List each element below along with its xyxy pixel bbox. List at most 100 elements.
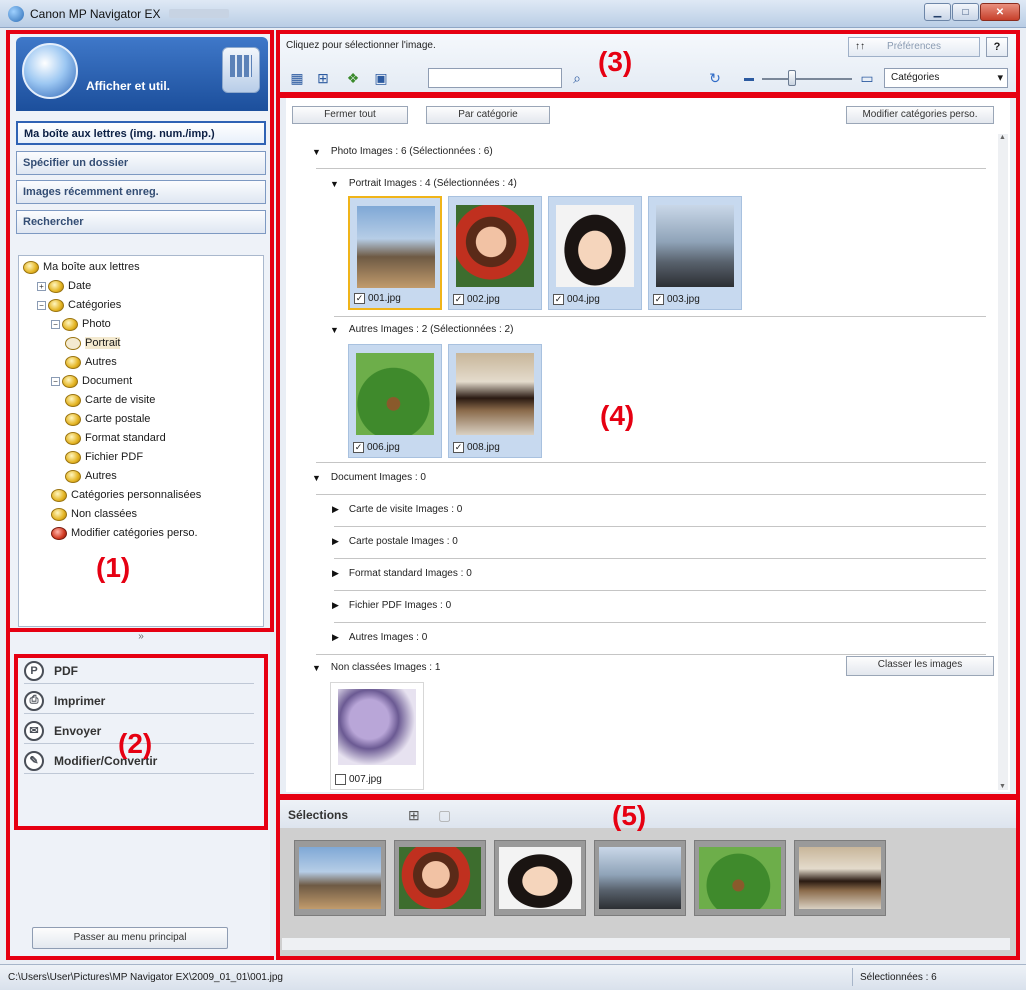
tray-thumbnail[interactable] xyxy=(694,840,786,916)
tree-item[interactable]: Carte de visite xyxy=(65,391,155,409)
tree-item[interactable]: Fichier PDF xyxy=(65,448,143,466)
photo xyxy=(356,353,434,435)
tree-item-label: Catégories personnalisées xyxy=(71,489,202,501)
tree-item[interactable]: Autres xyxy=(65,467,117,485)
help-button[interactable]: ? xyxy=(986,37,1008,57)
expand-icon: ▼ xyxy=(330,178,339,189)
tray-thumbnail[interactable] xyxy=(594,840,686,916)
task-item[interactable]: ⎙ Imprimer xyxy=(24,688,254,714)
tree-item[interactable]: Ma boîte aux lettres xyxy=(23,258,140,276)
mode-banner[interactable]: Afficher et util. xyxy=(16,37,268,111)
tree-item-label: Date xyxy=(68,280,92,292)
tree-item[interactable]: Modifier catégories perso. xyxy=(51,524,198,542)
nav-mailbox-button[interactable]: Ma boîte aux lettres (img. num./imp.) xyxy=(16,121,266,145)
tree-item-label: Carte postale xyxy=(85,413,151,425)
thumbnail-003[interactable]: ✓ 003.jpg xyxy=(648,196,742,310)
tree-item[interactable]: Autres xyxy=(65,353,117,371)
by-category-button[interactable]: Par catégorie xyxy=(426,106,550,124)
select-checkbox[interactable]: ✓ xyxy=(453,294,464,305)
tree-item[interactable]: Catégories personnalisées xyxy=(51,486,201,504)
thumbnail-004[interactable]: ✓ 004.jpg xyxy=(548,196,642,310)
collapse-icon[interactable]: − xyxy=(37,300,46,310)
photo xyxy=(338,689,416,765)
tree-item[interactable]: Non classées xyxy=(51,505,137,523)
task-item[interactable]: P PDF xyxy=(24,658,254,684)
tray-grid-icon[interactable]: ⊞ xyxy=(408,807,420,824)
folder-icon xyxy=(65,450,81,464)
collapse-icon[interactable]: − xyxy=(51,376,60,386)
thumbnail-008[interactable]: ✓ 008.jpg xyxy=(448,344,542,458)
classify-icon[interactable]: ❖ xyxy=(344,69,362,87)
close-all-button[interactable]: Fermer tout xyxy=(292,106,408,124)
thumbnail-size-slider[interactable] xyxy=(762,78,852,80)
select-checkbox[interactable]: ✓ xyxy=(553,294,564,305)
tree-item[interactable]: Carte postale xyxy=(65,410,150,428)
select-checkbox[interactable]: ✓ xyxy=(354,293,365,304)
task-label: Imprimer xyxy=(54,693,106,708)
thumbnail-002[interactable]: ✓ 002.jpg xyxy=(448,196,542,310)
tree-item[interactable]: − Photo xyxy=(51,315,111,333)
section-unclassified[interactable]: ▼ Non classées Images : 1 xyxy=(312,662,440,673)
left-panel: Afficher et util. Ma boîte aux lettres (… xyxy=(10,33,270,956)
section-pdf-file[interactable]: ▶ Fichier PDF Images : 0 xyxy=(332,600,451,611)
section-business-card[interactable]: ▶ Carte de visite Images : 0 xyxy=(332,504,462,515)
grid-view-icon[interactable]: ⊞ xyxy=(314,69,332,87)
refresh-icon[interactable]: ↻ xyxy=(706,69,724,87)
tree-item[interactable]: Format standard xyxy=(65,429,166,447)
thumbnail-006[interactable]: ✓ 006.jpg xyxy=(348,344,442,458)
thumbnail-001[interactable]: ✓ 001.jpg xyxy=(348,196,442,310)
edit-categories-button[interactable]: Modifier catégories perso. xyxy=(846,106,994,124)
tray-thumbnail[interactable] xyxy=(494,840,586,916)
section-postcard[interactable]: ▶ Carte postale Images : 0 xyxy=(332,536,458,547)
slider-thumb[interactable] xyxy=(788,70,796,86)
minimize-button[interactable]: ▁ xyxy=(924,3,951,21)
tray-thumbnail[interactable] xyxy=(394,840,486,916)
thumbnail-007[interactable]: 007.jpg xyxy=(330,682,424,790)
select-checkbox[interactable]: ✓ xyxy=(353,442,364,453)
tray-thumbnail[interactable] xyxy=(794,840,886,916)
tray-clear-icon[interactable]: ▢ xyxy=(438,807,451,824)
folder-icon xyxy=(62,317,78,331)
content-scrollbar[interactable] xyxy=(998,134,1008,790)
select-checkbox[interactable]: ✓ xyxy=(453,442,464,453)
section-autres[interactable]: ▼ Autres Images : 2 (Sélectionnées : 2) xyxy=(330,324,513,335)
select-checkbox[interactable]: ✓ xyxy=(653,294,664,305)
tray-scrollbar[interactable] xyxy=(282,938,1010,950)
main-menu-button[interactable]: Passer au menu principal xyxy=(32,927,228,949)
app-icon xyxy=(8,5,24,22)
preferences-icon: ↑↑ xyxy=(855,41,865,52)
section-standard-format[interactable]: ▶ Format standard Images : 0 xyxy=(332,568,472,579)
collapse-toggle[interactable]: » xyxy=(18,631,264,642)
zoom-thumbnails-icon[interactable]: ▦ xyxy=(288,69,306,87)
select-checkbox[interactable] xyxy=(335,774,346,785)
tree-item[interactable]: − Document xyxy=(51,372,132,390)
section-portrait[interactable]: ▼ Portrait Images : 4 (Sélectionnées : 4) xyxy=(330,178,517,189)
pdf-icon: P xyxy=(24,660,44,681)
section-photo[interactable]: ▼ Photo Images : 6 (Sélectionnées : 6) xyxy=(312,146,493,157)
divider xyxy=(316,494,986,495)
close-button[interactable]: ✕ xyxy=(980,3,1020,21)
search-input[interactable] xyxy=(428,68,562,88)
callout-3: (3) xyxy=(598,46,633,77)
tray-header: Sélections ⊞ ▢ xyxy=(278,800,1016,828)
tree-item[interactable]: + Date xyxy=(37,277,91,295)
collapse-icon[interactable]: − xyxy=(51,319,60,329)
search-icon[interactable]: ⌕ xyxy=(568,69,586,87)
tree-item-label: Autres xyxy=(85,356,117,368)
tree-item[interactable]: Portrait xyxy=(65,334,121,352)
nav-recent-button[interactable]: Images récemment enreg. xyxy=(16,180,266,204)
nav-folder-button[interactable]: Spécifier un dossier xyxy=(16,151,266,175)
section-other-docs[interactable]: ▶ Autres Images : 0 xyxy=(332,632,427,643)
tray-thumbnail[interactable] xyxy=(294,840,386,916)
maximize-button[interactable]: □ xyxy=(952,3,979,21)
printer-icon: ⎙ xyxy=(24,690,44,711)
view-mode-select[interactable]: Catégories xyxy=(884,68,1008,88)
section-document[interactable]: ▼ Document Images : 0 xyxy=(312,472,426,483)
preferences-button[interactable]: ↑↑ Préférences xyxy=(848,37,980,57)
classify-images-button[interactable]: Classer les images xyxy=(846,656,994,676)
expand-icon[interactable]: + xyxy=(37,281,46,291)
nav-search-button[interactable]: Rechercher xyxy=(16,210,266,234)
divider xyxy=(316,168,986,169)
tree-item[interactable]: − Catégories xyxy=(37,296,121,314)
image-info-icon[interactable]: ▣ xyxy=(372,69,390,87)
